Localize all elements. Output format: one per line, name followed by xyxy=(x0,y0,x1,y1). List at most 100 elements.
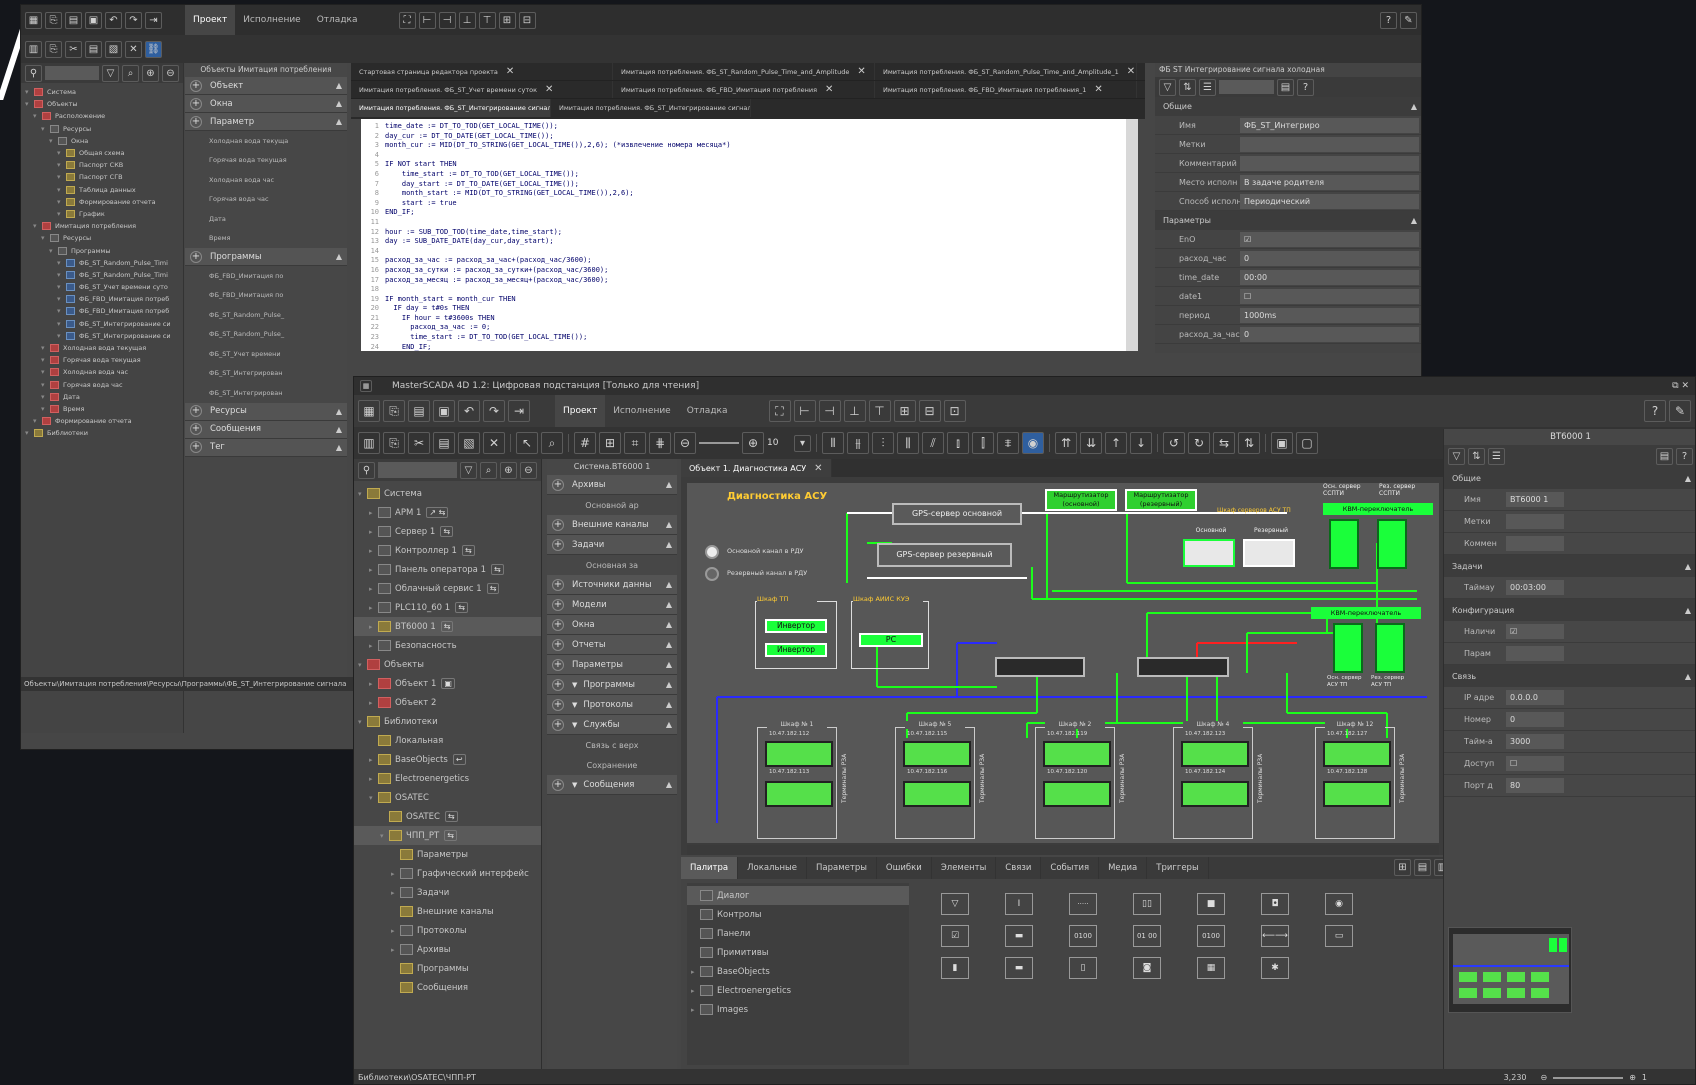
list-view-icon[interactable]: ▤ xyxy=(1414,859,1431,876)
tree-expand-icon[interactable]: ▾ xyxy=(41,356,50,364)
palette-element-icon[interactable]: ▦ xyxy=(1197,957,1225,979)
tree-expand-icon[interactable]: ▸ xyxy=(369,642,378,650)
rza-terminals-label[interactable]: Терминалы РЗА xyxy=(1119,743,1129,803)
objects-section-header[interactable]: + Окна ▲ xyxy=(185,95,347,113)
editor-tab[interactable]: Имитация потребления. ФБ_ST_Интегрирован… xyxy=(551,99,751,117)
property-value[interactable]: ☑ xyxy=(1240,231,1419,247)
front-tab-run[interactable]: Исполнение xyxy=(605,395,679,427)
kvm-switch-bottom[interactable]: КВМ-переключатель xyxy=(1311,607,1421,619)
property-value[interactable]: BT6000 1 xyxy=(1506,492,1564,507)
front-cut-icon[interactable]: ✂ xyxy=(408,432,430,454)
objects-section-item[interactable]: ФБ_ST_Random_Pulse_ xyxy=(185,325,347,345)
property-value[interactable]: 0 xyxy=(1506,712,1564,727)
gps-reserve-server[interactable]: GPS-сервер резервный xyxy=(877,543,1012,567)
front-fit-icon[interactable]: ⛶ xyxy=(768,400,791,422)
back-props-general-head[interactable]: Общие ▲ xyxy=(1155,97,1421,116)
tree-expand-icon[interactable]: ▾ xyxy=(41,234,50,242)
system-section-item[interactable]: Сохранение xyxy=(547,755,677,775)
objects-section-item[interactable]: Горячая вода текущая xyxy=(185,151,347,171)
tree-expand-icon[interactable]: ▸ xyxy=(691,987,700,995)
server-asu-cabinet-label[interactable]: Шкаф серверов АСУ ТП xyxy=(1217,507,1307,515)
palette-element-icon[interactable]: I xyxy=(1005,893,1033,915)
palette-tree-item[interactable]: ▸ BaseObjects xyxy=(687,962,909,981)
asu-main-label[interactable]: Осн. сервер АСУ ТП xyxy=(1327,675,1367,691)
tree-item[interactable]: ▾ Библиотеки xyxy=(21,427,183,439)
add-icon[interactable]: + xyxy=(552,478,564,491)
tree-expand-icon[interactable]: ▾ xyxy=(33,222,42,230)
palette-element-icon[interactable]: ☑ xyxy=(941,925,969,947)
kvm-switch-top[interactable]: КВМ-переключатель xyxy=(1323,503,1433,515)
palette-tree-item[interactable]: Контролы xyxy=(687,905,909,924)
property-value[interactable]: 0 xyxy=(1240,326,1419,342)
system-section-header[interactable]: + Внешние каналы ▲ xyxy=(547,515,677,535)
asu-reserve-label[interactable]: Рез. сервер АСУ ТП xyxy=(1371,675,1411,691)
order4-icon[interactable]: ↓ xyxy=(1130,432,1152,454)
tree-expand-icon[interactable]: ▾ xyxy=(57,271,66,279)
system-section-header[interactable]: + ▼ Службы ▲ xyxy=(547,715,677,735)
code-editor[interactable]: 1 time_date := DT_TO_TOD(GET_LOCAL_TIME()… xyxy=(361,119,1126,351)
collapse-icon[interactable]: ▲ xyxy=(666,700,672,709)
tree-expand-icon[interactable]: ▾ xyxy=(57,307,66,315)
tree-item[interactable]: ▾ ЧПП_РТ ⇆ xyxy=(354,826,541,845)
front-props-list-icon[interactable]: ▤ xyxy=(1656,447,1673,465)
palette-tree-item[interactable]: Диалог xyxy=(687,886,909,905)
system-section-header[interactable]: + ▼ Протоколы ▲ xyxy=(547,695,677,715)
relay-cabinet-ip1[interactable]: 10.47.182.115 xyxy=(907,731,967,739)
property-value[interactable] xyxy=(1506,514,1564,529)
tree-item[interactable]: Локальная xyxy=(354,731,541,750)
add-icon[interactable]: + xyxy=(190,115,202,128)
collapse-icon[interactable]: ▲ xyxy=(1685,474,1691,483)
tree-expand-icon[interactable]: ▾ xyxy=(41,344,50,352)
tree-item[interactable]: ▸ Контроллер 1 ⇆ xyxy=(354,541,541,560)
tree-expand-icon[interactable]: ▾ xyxy=(57,198,66,206)
tree-expand-icon[interactable]: ▾ xyxy=(380,832,389,840)
doc-tab-close-icon[interactable]: ✕ xyxy=(814,463,822,474)
duplicate-icon[interactable]: ▧ xyxy=(105,40,122,58)
palette-element-icon[interactable]: ◘ xyxy=(1261,893,1289,915)
palette-element-icon[interactable]: 0100 xyxy=(1069,925,1097,947)
relay-terminal[interactable] xyxy=(1181,741,1249,767)
collapse-icon[interactable]: ▲ xyxy=(666,680,672,689)
tree-expand-icon[interactable]: ▾ xyxy=(358,661,367,669)
undo-icon[interactable]: ↶ xyxy=(105,11,122,29)
bottom-tab[interactable]: Связи xyxy=(996,857,1042,879)
collapse-icon[interactable]: ▲ xyxy=(336,99,342,108)
collapse-icon[interactable]: ▲ xyxy=(1685,606,1691,615)
front-align6-icon[interactable]: ⊟ xyxy=(918,400,941,422)
palette-element-icon[interactable]: ◙ xyxy=(1133,957,1161,979)
collapse-icon[interactable]: ▲ xyxy=(1685,562,1691,571)
arr3-icon[interactable]: ⫶ xyxy=(872,432,894,454)
property-value[interactable]: 0 xyxy=(1240,250,1419,266)
tree-item[interactable]: ▾ Горячая вода час xyxy=(21,379,183,391)
front-align5-icon[interactable]: ⊞ xyxy=(893,400,916,422)
front-paste-icon[interactable]: ▤ xyxy=(433,432,455,454)
palette-element-icon[interactable]: ▯ xyxy=(1069,957,1097,979)
front-undo-icon[interactable]: ↶ xyxy=(458,400,480,422)
front-align7-icon[interactable]: ⊡ xyxy=(943,400,966,422)
tree-item[interactable]: ▸ Сервер 1 ⇆ xyxy=(354,522,541,541)
collapse-icon[interactable]: ▲ xyxy=(666,540,672,549)
relay-cabinet-ip1[interactable]: 10.47.182.127 xyxy=(1327,731,1387,739)
link-icon[interactable]: ⛓ xyxy=(145,40,162,58)
relay-cabinet-ip2[interactable]: 10.47.182.116 xyxy=(907,769,967,777)
editor-tab[interactable]: Имитация потребления. ФБ_FBD_Имитация по… xyxy=(875,81,1137,98)
view-eye-icon[interactable]: ◉ xyxy=(1022,432,1044,454)
collapse-icon[interactable]: ▲ xyxy=(666,660,672,669)
add-icon[interactable]: + xyxy=(552,598,564,611)
front-props-group-head[interactable]: Конфигурация ▲ xyxy=(1444,599,1695,621)
tree-filter-input[interactable] xyxy=(45,66,99,80)
order1-icon[interactable]: ⇈ xyxy=(1055,432,1077,454)
grid4-icon[interactable]: ⋕ xyxy=(649,432,671,454)
tree-expand-icon[interactable]: ▸ xyxy=(691,968,700,976)
fit-icon[interactable]: ⛶ xyxy=(398,11,416,29)
filter-icon[interactable]: ▼ xyxy=(572,781,577,789)
bottom-tab[interactable]: События xyxy=(1041,857,1100,879)
palette-tree-item[interactable]: ▸ Images xyxy=(687,1000,909,1019)
front-redo-icon[interactable]: ↷ xyxy=(483,400,505,422)
arr8-icon[interactable]: ⩨ xyxy=(997,432,1019,454)
tree-expand-icon[interactable]: ▾ xyxy=(57,283,66,291)
tree-item[interactable]: ▸ Графический интерфейс xyxy=(354,864,541,883)
tree-item[interactable]: Сообщения xyxy=(354,978,541,997)
asu-reserve-server[interactable] xyxy=(1375,623,1405,673)
tree-item[interactable]: ▾ Время xyxy=(21,403,183,415)
